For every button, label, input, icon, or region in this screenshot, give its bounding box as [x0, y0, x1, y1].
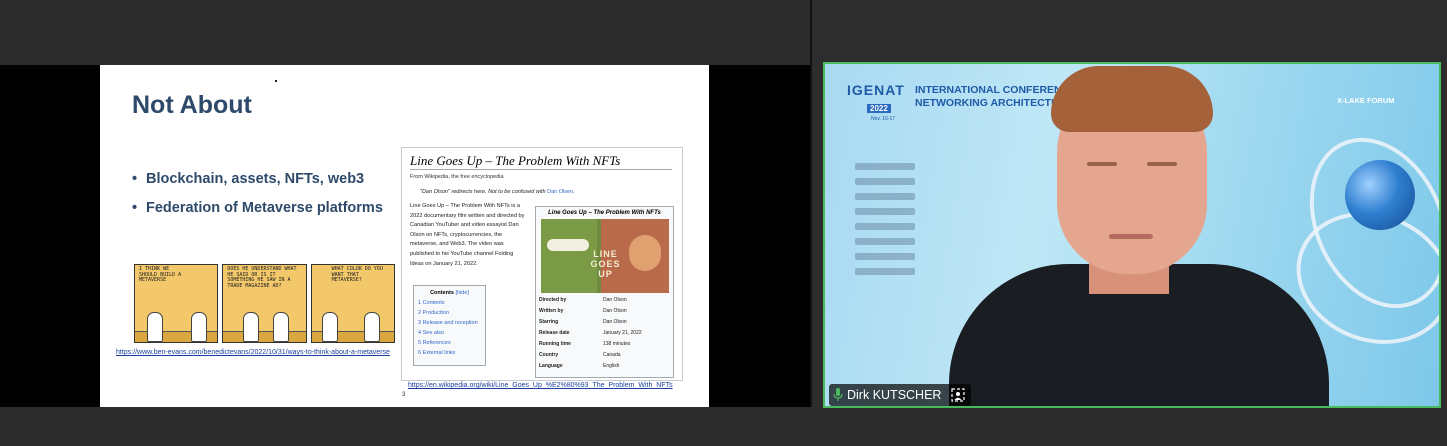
sponsor-logo — [855, 163, 915, 170]
hatnote-link: Dan Olsen — [547, 189, 574, 195]
shared-slide: Not About • Blockchain, assets, NFTs, web… — [100, 65, 709, 407]
bullet-item: • Federation of Metaverse platforms — [132, 200, 383, 216]
participant-name: Dirk KUTSCHER — [847, 388, 942, 402]
toc-list: 1 Contents 2 Production 3 Release and re… — [418, 298, 485, 358]
infobox-key: Language — [539, 363, 563, 369]
toc-hide-link: [hide] — [455, 290, 469, 296]
toc-item: 5 References — [418, 340, 451, 346]
sponsor-logo — [855, 268, 915, 275]
infobox-row: Running time 138 minutes — [539, 339, 673, 350]
film-poster: LINE GOES UP — [540, 219, 669, 293]
sponsor-logo — [855, 208, 915, 215]
bullet-text: Blockchain, assets, NFTs, web3 — [146, 171, 365, 187]
comic-bubble: DOES HE UNDERSTAND WHAT HE SAID OR IS IT… — [227, 266, 297, 289]
poster-face — [628, 235, 661, 271]
wiki-tagline: From Wikipedia, the free encyclopedia — [410, 174, 504, 180]
conference-logo-text: IGENAT — [847, 82, 905, 98]
hatnote-text: "Dan Olson" redirects here. Not to be co… — [420, 189, 546, 195]
infobox-key: Starring — [539, 319, 559, 325]
infobox-value: Dan Olson — [603, 319, 627, 325]
conference-dates: Nov. 16-17 — [871, 116, 896, 122]
participant-name-tag: Dirk KUTSCHER — [829, 384, 972, 406]
microphone-icon[interactable] — [833, 388, 843, 402]
toc-header: Contents [hide] — [414, 290, 485, 296]
comic-figure — [147, 312, 163, 342]
poster-title: LINE GOES UP — [590, 249, 621, 279]
mouse-cursor — [275, 80, 277, 82]
infobox-row: Starring Dan Olson — [539, 317, 673, 328]
toc-item: 1 Contents — [418, 300, 445, 306]
toc-item: 3 Release and reception — [418, 320, 478, 326]
comic-figure — [273, 312, 290, 342]
comic-figure — [363, 312, 380, 342]
infobox-value: Canada — [603, 352, 621, 358]
infobox-row: Release date January 21, 2022 — [539, 328, 673, 339]
toc-item: 2 Production — [418, 310, 449, 316]
sponsor-logo — [855, 253, 915, 260]
infobox-value: 138 minutes — [603, 341, 631, 347]
wiki-title: Line Goes Up – The Problem With NFTs — [410, 153, 621, 168]
infobox-value: January 21, 2022 — [603, 330, 642, 336]
forum-logo: X-LAKE FORUM — [1337, 96, 1395, 105]
person-hair — [1051, 66, 1213, 132]
infobox-title: Line Goes Up – The Problem With NFTs — [548, 210, 661, 216]
comic-bubble: WHAT COLOR DO YOU WANT THAT METAVERSE? — [331, 266, 383, 283]
infobox-key: Country — [539, 352, 559, 358]
infobox-key: Directed by — [539, 297, 567, 303]
globe-graphic — [1345, 160, 1415, 230]
infobox-value: Dan Olson — [603, 308, 627, 314]
participant-video-tile[interactable]: IGENAT 2022 Nov. 16-17 INTERNATIONAL CON… — [823, 62, 1441, 408]
infobox-key: Running time — [539, 341, 571, 347]
slide-number: 3 — [402, 392, 406, 398]
bullet-item: • Blockchain, assets, NFTs, web3 — [132, 171, 365, 187]
wiki-infobox: Line Goes Up – The Problem With NFTs LIN… — [535, 206, 674, 378]
toc-item: 4 See also — [418, 330, 444, 336]
comic-figure — [321, 312, 338, 342]
bottom-bar — [0, 407, 1447, 446]
person-mouth — [1109, 234, 1153, 239]
wiki-intro: Line Goes Up – The Problem With NFTs is … — [410, 203, 525, 267]
conference-year: 2022 — [867, 104, 891, 113]
wiki-divider — [410, 169, 672, 170]
wiki-hatnote: "Dan Olson" redirects here. Not to be co… — [420, 189, 575, 195]
infobox-value: Dan Olson — [603, 297, 627, 303]
comic-desk — [223, 331, 306, 342]
sponsor-logo — [855, 178, 915, 185]
infobox-row: Country Canada — [539, 350, 673, 361]
person-brow — [1087, 162, 1117, 166]
infobox-row: Directed by Dan Olson — [539, 295, 673, 306]
participant-options-icon[interactable] — [951, 388, 966, 402]
sponsor-logo — [855, 223, 915, 230]
infobox-key: Written by — [539, 308, 564, 314]
toc-label: Contents — [430, 290, 454, 296]
comic-figure — [191, 312, 207, 342]
dilbert-comic: I THINK WE SHOULD BUILD A METAVERSE DOES… — [134, 264, 395, 343]
comic-panel: WHAT COLOR DO YOU WANT THAT METAVERSE? — [310, 264, 395, 343]
wikipedia-screenshot: Line Goes Up – The Problem With NFTs Fro… — [401, 147, 683, 381]
infobox-rows: Directed by Dan Olson Written by Dan Olson… — [539, 295, 673, 372]
infobox-row: Language English — [539, 361, 673, 372]
bullet-list: • Blockchain, assets, NFTs, web3 • Federat… — [132, 171, 383, 229]
wiki-toc: Contents [hide] 1 Contents 2 Production … — [413, 285, 486, 366]
comic-bubble: I THINK WE SHOULD BUILD A METAVERSE — [139, 266, 182, 283]
comic-source-link: https://www.ben-evans.com/benedictevans/… — [116, 349, 390, 356]
infobox-value: English — [603, 363, 620, 369]
comic-panel: I THINK WE SHOULD BUILD A METAVERSE — [134, 264, 219, 343]
participant-person — [939, 64, 1339, 406]
sponsor-logo — [855, 238, 915, 245]
sponsor-logo — [855, 193, 915, 200]
comic-figure — [243, 312, 260, 342]
comic-panel: DOES HE UNDERSTAND WHAT HE SAID OR IS IT… — [222, 264, 307, 343]
infobox-row: Written by Dan Olson — [539, 306, 673, 317]
toc-item: 6 External links — [418, 350, 456, 356]
conference-logo: IGENAT 2022 Nov. 16-17 — [847, 82, 911, 122]
infobox-key: Release date — [539, 330, 570, 336]
slide-title: Not About — [132, 91, 252, 119]
bullet-text: Federation of Metaverse platforms — [146, 200, 383, 216]
wiki-source-link: https://en.wikipedia.org/wiki/Line_Goes_… — [408, 382, 673, 389]
person-brow — [1147, 162, 1177, 166]
